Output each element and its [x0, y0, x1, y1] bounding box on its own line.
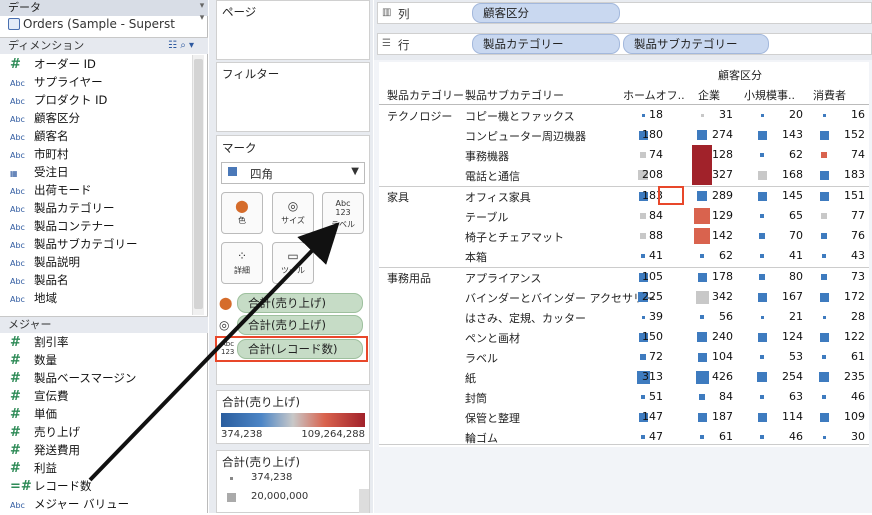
annotation-arrow [88, 222, 340, 482]
arrow-line [88, 222, 340, 482]
